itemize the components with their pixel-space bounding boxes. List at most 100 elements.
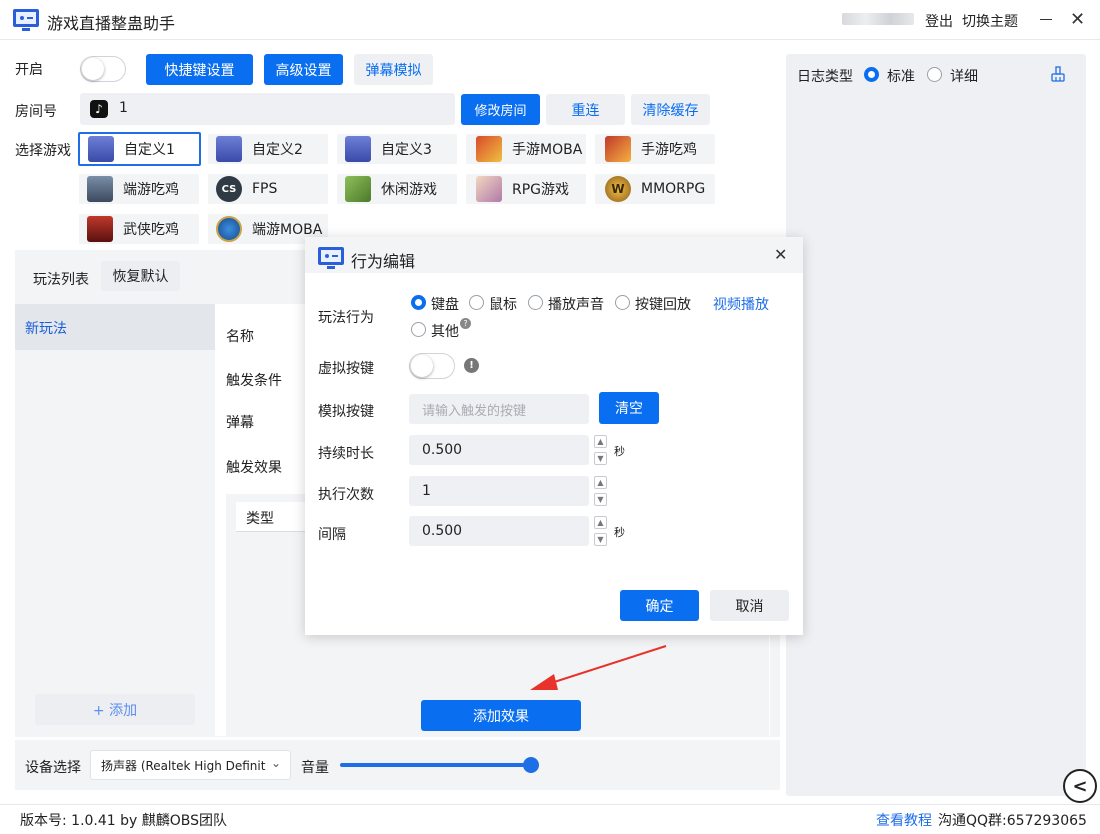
app-logo-icon <box>317 246 345 270</box>
log-detail-radio[interactable] <box>927 67 942 82</box>
count-stepper[interactable]: ▲ ▼ <box>594 476 608 506</box>
log-standard-radio[interactable] <box>864 67 879 82</box>
play-sound-radio[interactable] <box>528 295 543 310</box>
cs-icon: CS <box>216 176 242 202</box>
chevron-up-icon[interactable]: ▲ <box>594 435 607 448</box>
type-column-header: 类型 <box>246 511 274 527</box>
app-title: 游戏直播整蛊助手 <box>47 14 176 33</box>
game-option[interactable]: 自定义3 <box>337 134 457 164</box>
clear-cache-button[interactable]: 清除缓存 <box>631 94 710 125</box>
reconnect-button[interactable]: 重连 <box>546 94 625 125</box>
account-name-blurred <box>842 13 914 25</box>
minimize-icon[interactable] <box>1040 19 1052 20</box>
simulate-key-label: 模拟按键 <box>318 404 374 420</box>
moba-hero-icon <box>476 136 502 162</box>
log-detail-label: 详细 <box>950 69 978 85</box>
volume-slider-handle[interactable] <box>523 757 539 773</box>
interval-value: 0.500 <box>422 523 463 539</box>
lol-icon <box>216 216 242 242</box>
play-list <box>15 304 215 734</box>
game-option[interactable]: 武侠吃鸡 <box>79 214 199 244</box>
device-select-value: 扬声器 (Realtek High Definit <box>101 759 266 773</box>
log-type-label: 日志类型 <box>797 69 853 85</box>
chevron-down-icon[interactable]: ▼ <box>594 493 607 506</box>
keyboard-label: 键盘 <box>431 297 459 313</box>
mobile-pubg-icon <box>605 136 631 162</box>
play-list-item[interactable]: 新玩法 <box>15 304 215 350</box>
room-field[interactable]: ♪ 1 <box>80 93 455 125</box>
hotkey-settings-button[interactable]: 快捷键设置 <box>146 54 253 85</box>
wuxia-icon <box>87 216 113 242</box>
danmaku-simulate-button[interactable]: 弹幕模拟 <box>354 54 433 85</box>
mouse-radio[interactable] <box>469 295 484 310</box>
wow-icon: W <box>605 176 631 202</box>
device-select[interactable]: 扬声器 (Realtek High Definit ⌄ <box>90 750 291 780</box>
start-game-icon <box>88 136 114 162</box>
chevron-up-icon[interactable]: ▲ <box>594 476 607 489</box>
start-game-icon <box>216 136 242 162</box>
play-list-tab[interactable]: 玩法列表 <box>33 269 89 289</box>
cancel-button[interactable]: 取消 <box>710 590 789 621</box>
clear-key-button[interactable]: 清空 <box>599 392 659 424</box>
rpg-icon <box>476 176 502 202</box>
log-panel <box>786 54 1086 796</box>
key-replay-radio[interactable] <box>615 295 630 310</box>
game-option[interactable]: 休闲游戏 <box>337 174 457 204</box>
behavior-edit-dialog: 行为编辑 ✕ 玩法行为 键盘 鼠标 播放声音 按键回放 视频播放 其他 ? 虚拟… <box>305 237 803 635</box>
tiktok-icon: ♪ <box>90 100 108 118</box>
chevron-up-icon[interactable]: ▲ <box>594 516 607 529</box>
interval-input[interactable]: 0.500 <box>409 516 589 546</box>
volume-slider[interactable] <box>340 763 532 767</box>
advanced-settings-button[interactable]: 高级设置 <box>264 54 343 85</box>
duration-value: 0.500 <box>422 442 463 458</box>
game-option[interactable]: CS FPS <box>208 174 328 204</box>
add-play-button[interactable]: + 添加 <box>35 694 195 725</box>
interval-stepper[interactable]: ▲ ▼ <box>594 516 608 546</box>
game-option[interactable]: 自定义2 <box>208 134 328 164</box>
log-standard-label: 标准 <box>887 69 915 85</box>
broom-icon[interactable] <box>1050 66 1066 82</box>
simulate-key-input[interactable]: 请输入触发的按键 <box>409 394 589 424</box>
duration-stepper[interactable]: ▲ ▼ <box>594 435 608 465</box>
count-input[interactable]: 1 <box>409 476 589 506</box>
keyboard-radio[interactable] <box>411 295 426 310</box>
volume-label: 音量 <box>301 760 329 776</box>
virtual-key-toggle[interactable] <box>409 353 455 379</box>
help-icon[interactable]: ? <box>460 318 471 329</box>
duration-input[interactable]: 0.500 <box>409 435 589 465</box>
video-play-link[interactable]: 视频播放 <box>713 294 769 314</box>
enable-toggle[interactable] <box>80 56 126 82</box>
start-game-icon <box>345 136 371 162</box>
game-option[interactable]: 自定义1 <box>78 132 201 166</box>
app-logo-icon <box>12 8 40 32</box>
close-icon[interactable]: ✕ <box>1070 9 1085 30</box>
chevron-down-icon[interactable]: ▼ <box>594 533 607 546</box>
info-icon: ! <box>464 358 479 373</box>
effect-label: 触发效果 <box>226 460 282 476</box>
collapse-button[interactable]: < <box>1063 769 1097 803</box>
modify-room-button[interactable]: 修改房间 <box>461 94 540 125</box>
game-option[interactable]: 手游吃鸡 <box>595 134 715 164</box>
casual-game-icon <box>345 176 371 202</box>
simulate-key-placeholder: 请输入触发的按键 <box>422 403 527 419</box>
dialog-close-icon[interactable]: ✕ <box>774 245 787 264</box>
chevron-down-icon: ⌄ <box>271 756 282 770</box>
count-value: 1 <box>422 483 431 499</box>
tutorial-link[interactable]: 查看教程 <box>876 810 932 830</box>
game-option[interactable]: RPG游戏 <box>466 174 586 204</box>
logout-button[interactable]: 登出 <box>925 11 953 31</box>
qq-group-text: 沟通QQ群:657293065 <box>938 813 1087 829</box>
switch-theme-button[interactable]: 切换主题 <box>962 11 1018 31</box>
other-radio[interactable] <box>411 322 426 337</box>
restore-default-button[interactable]: 恢复默认 <box>101 261 180 291</box>
game-option[interactable]: W MMORPG <box>595 174 715 204</box>
add-effect-button[interactable]: 添加效果 <box>421 700 581 731</box>
game-option[interactable]: 端游吃鸡 <box>79 174 199 204</box>
name-label: 名称 <box>226 329 254 345</box>
effect-table-header: 类型 <box>236 502 306 532</box>
chevron-down-icon[interactable]: ▼ <box>594 452 607 465</box>
select-game-label: 选择游戏 <box>15 143 71 159</box>
ok-button[interactable]: 确定 <box>620 590 699 621</box>
mouse-label: 鼠标 <box>489 297 517 313</box>
game-option[interactable]: 手游MOBA <box>466 134 586 164</box>
